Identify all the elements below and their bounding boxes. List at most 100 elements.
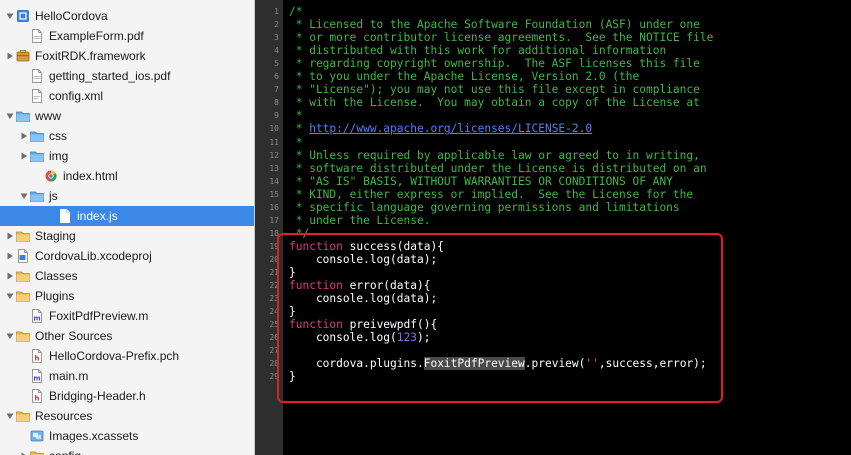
disclosure-open-icon[interactable] — [4, 286, 16, 306]
navigator-item-index-html[interactable]: index.html — [0, 166, 254, 186]
disclosure-closed-icon[interactable] — [4, 266, 16, 286]
disclosure-open-icon[interactable] — [4, 106, 16, 126]
navigator-item-label: getting_started_ios.pdf — [49, 69, 171, 83]
project-navigator: HelloCordova ExampleForm.pdf FoxitRDK.fram… — [0, 0, 255, 455]
navigator-item-foxitpdfpreview-m[interactable]: m FoxitPdfPreview.m — [0, 306, 254, 326]
objc-file-icon: m — [30, 309, 49, 323]
disclosure-open-icon[interactable] — [18, 186, 30, 206]
disclosure-open-icon[interactable] — [4, 406, 16, 426]
code-line: * — [289, 109, 303, 123]
navigator-item-images-xcassets[interactable]: Images.xcassets — [0, 426, 254, 446]
navigator-item-label: HelloCordova — [35, 9, 108, 23]
navigator-item-hellocordova[interactable]: HelloCordova — [0, 6, 254, 26]
navigator-item-img[interactable]: img — [0, 146, 254, 166]
navigator-item-css[interactable]: css — [0, 126, 254, 146]
line-number: 14 — [269, 176, 279, 186]
line-number: 12 — [269, 150, 279, 160]
navigator-item-label: Resources — [35, 409, 93, 423]
blue-folder-icon — [16, 109, 35, 123]
code-token: * regarding copyright ownership. The ASF… — [289, 57, 700, 71]
navigator-item-main-m[interactable]: m main.m — [0, 366, 254, 386]
line-number: 11 — [269, 137, 279, 147]
code-token: * Unless required by applicable law or a… — [289, 148, 700, 162]
code-line: * to you under the Apache License, Versi… — [289, 70, 640, 83]
navigator-item-cordovalib-xcodeproj[interactable]: CordovaLib.xcodeproj — [0, 246, 254, 266]
js-file-icon — [58, 209, 77, 223]
line-number: 28 — [269, 359, 279, 369]
navigator-item-plugins[interactable]: Plugins — [0, 286, 254, 306]
line-number: 8 — [274, 98, 279, 108]
line-number: 4 — [274, 46, 279, 56]
navigator-item-config[interactable]: config — [0, 446, 254, 455]
yellow-folder-icon — [16, 269, 35, 283]
yellow-folder-icon — [16, 329, 35, 343]
navigator-item-label: main.m — [49, 369, 89, 383]
navigator-item-label: config — [49, 446, 81, 455]
disclosure-closed-icon[interactable] — [18, 126, 30, 146]
navigator-item-config-xml[interactable]: config.xml — [0, 86, 254, 106]
navigator-item-label: Other Sources — [35, 329, 113, 343]
navigator-item-label: js — [49, 189, 58, 203]
line-number: 6 — [274, 72, 279, 82]
navigator-item-js[interactable]: js — [0, 186, 254, 206]
navigator-item-foxitrdk-framework[interactable]: FoxitRDK.framework — [0, 46, 254, 66]
navigator-item-label: Staging — [35, 229, 76, 243]
navigator-item-staging[interactable]: Staging — [0, 226, 254, 246]
framework-icon — [16, 49, 35, 63]
navigator-item-exampleform-pdf[interactable]: ExampleForm.pdf — [0, 26, 254, 46]
code-line: * with the License. You may obtain a cop… — [289, 96, 700, 109]
code-token: * or more contributor license agreements… — [289, 31, 714, 45]
line-number: 27 — [269, 346, 279, 356]
navigator-item-label: ExampleForm.pdf — [49, 29, 144, 43]
pdf-file-icon — [30, 69, 49, 83]
disclosure-closed-icon[interactable] — [4, 246, 16, 266]
navigator-item-label: index.js — [77, 209, 118, 223]
pdf-file-icon — [30, 29, 49, 43]
line-number: 24 — [269, 307, 279, 317]
navigator-item-classes[interactable]: Classes — [0, 266, 254, 286]
line-number: 22 — [269, 281, 279, 291]
navigator-item-hellocordova-prefix-pch[interactable]: h HelloCordova-Prefix.pch — [0, 346, 254, 366]
license-url-link[interactable]: http://www.apache.org/licenses/LICENSE-2… — [309, 122, 592, 135]
line-number: 23 — [269, 294, 279, 304]
code-line: * Licensed to the Apache Software Founda… — [289, 18, 700, 31]
navigator-item-label: img — [49, 149, 69, 163]
code-token: * — [289, 109, 303, 123]
code-token: * distributed with this work for additio… — [289, 44, 667, 58]
code-line: * under the License. — [289, 214, 431, 227]
code-token: * KIND, either express or implied. See t… — [289, 187, 694, 201]
line-number: 25 — [269, 320, 279, 330]
navigator-item-getting-started-ios-pdf[interactable]: getting_started_ios.pdf — [0, 66, 254, 86]
disclosure-closed-icon[interactable] — [4, 226, 16, 246]
line-number: 17 — [269, 215, 279, 225]
navigator-item-label: www — [35, 109, 61, 123]
project-icon — [16, 9, 35, 23]
code-token: * software distributed under the License… — [289, 161, 707, 175]
navigator-item-resources[interactable]: Resources — [0, 406, 254, 426]
disclosure-closed-icon[interactable] — [18, 446, 30, 455]
navigator-item-label: FoxitRDK.framework — [35, 49, 146, 63]
navigator-item-label: HelloCordova-Prefix.pch — [49, 349, 180, 363]
xml-file-icon — [30, 89, 49, 103]
code-line: /* — [289, 5, 302, 18]
code-token: * — [289, 135, 303, 149]
svg-text:m: m — [33, 315, 40, 323]
navigator-item-other-sources[interactable]: Other Sources — [0, 326, 254, 346]
line-number: 2 — [274, 20, 279, 30]
disclosure-closed-icon[interactable] — [18, 146, 30, 166]
disclosure-closed-icon[interactable] — [4, 46, 16, 66]
blue-folder-icon — [30, 129, 49, 143]
navigator-item-bridging-header-h[interactable]: h Bridging-Header.h — [0, 386, 254, 406]
disclosure-open-icon[interactable] — [4, 326, 16, 346]
objc-file-icon: m — [30, 369, 49, 383]
code-line: * regarding copyright ownership. The ASF… — [289, 57, 700, 70]
disclosure-open-icon[interactable] — [4, 6, 16, 26]
navigator-item-www[interactable]: www — [0, 106, 254, 126]
navigator-item-index-js[interactable]: index.js — [0, 206, 254, 226]
line-number: 7 — [274, 85, 279, 95]
